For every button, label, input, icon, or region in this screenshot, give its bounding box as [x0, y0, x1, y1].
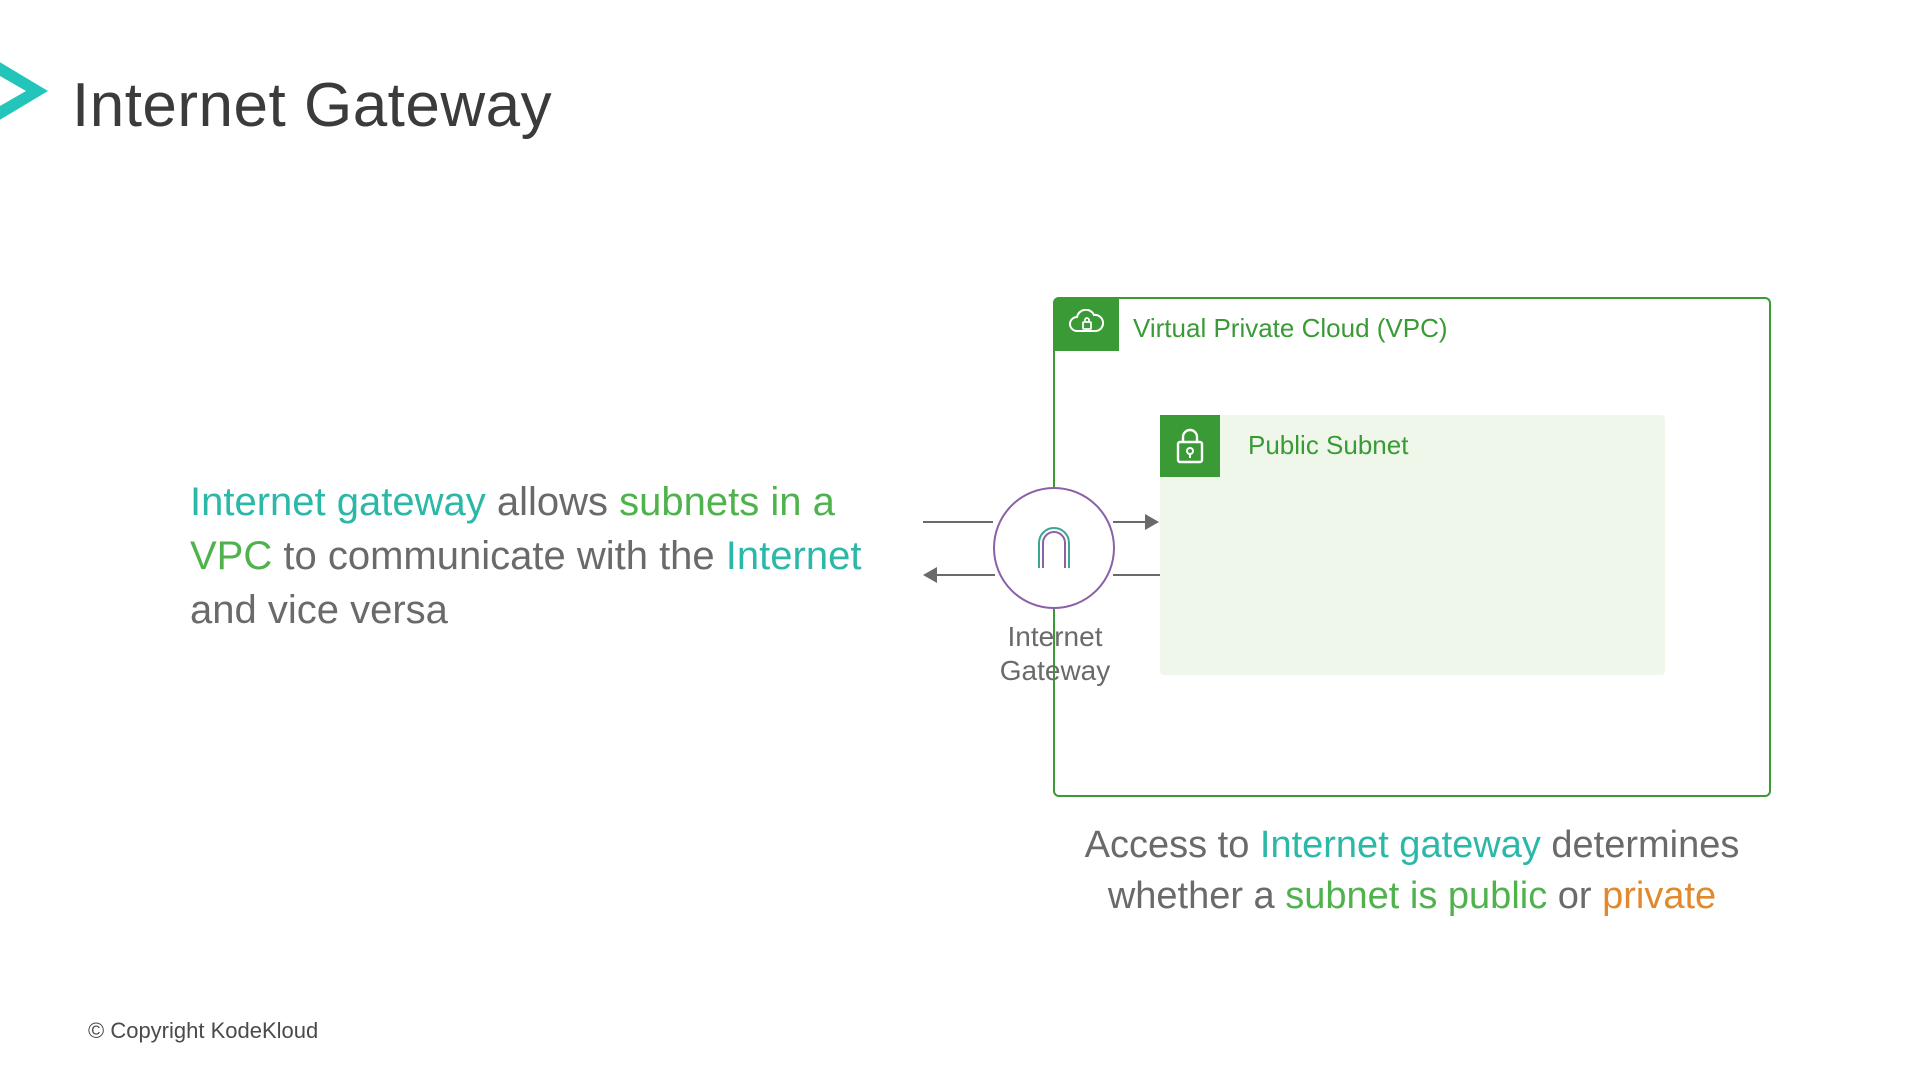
cloud-lock-icon [1066, 309, 1106, 339]
lead-text: Internet gateway allows subnets in a VPC… [190, 475, 870, 637]
bottom-highlight-igw: Internet gateway [1260, 824, 1541, 866]
arrow-out-right-head [1145, 514, 1159, 530]
vpc-badge [1053, 297, 1119, 351]
public-subnet-panel [1160, 415, 1665, 675]
arrow-out-left-line [937, 574, 995, 576]
lead-text-2: allows [486, 480, 619, 524]
bottom-highlight-public: subnet is public [1285, 875, 1547, 917]
subnet-badge [1160, 415, 1220, 477]
lead-highlight-internet: Internet [726, 534, 862, 578]
subnet-label: Public Subnet [1248, 430, 1408, 461]
arrow-out-right-line [1113, 521, 1145, 523]
lead-text-6: and vice versa [190, 588, 448, 632]
page-title: Internet Gateway [72, 70, 552, 141]
arrow-in-right-line [1113, 574, 1160, 576]
copyright: © Copyright KodeKloud [88, 1018, 318, 1044]
arrow-in-left-line [923, 521, 993, 523]
lead-highlight-igw: Internet gateway [190, 480, 486, 524]
gateway-icon [1019, 513, 1089, 583]
bottom-highlight-private: private [1602, 875, 1716, 917]
bottom-caption: Access to Internet gateway determines wh… [1053, 820, 1771, 923]
internet-gateway-node [993, 487, 1115, 609]
lock-icon [1173, 426, 1207, 466]
chevron-icon-inner [0, 69, 26, 113]
bottom-text-1: Access to [1085, 824, 1260, 866]
slide: Internet Gateway Internet gateway allows… [0, 0, 1920, 1080]
igw-label-line2: Gateway [1000, 655, 1111, 686]
vpc-label: Virtual Private Cloud (VPC) [1133, 313, 1448, 344]
arrow-out-left-head [923, 567, 937, 583]
internet-gateway-label: Internet Gateway [965, 620, 1145, 687]
igw-label-line1: Internet [1008, 621, 1103, 652]
lead-text-4: to communicate with the [272, 534, 726, 578]
bottom-text-5: or [1547, 875, 1602, 917]
